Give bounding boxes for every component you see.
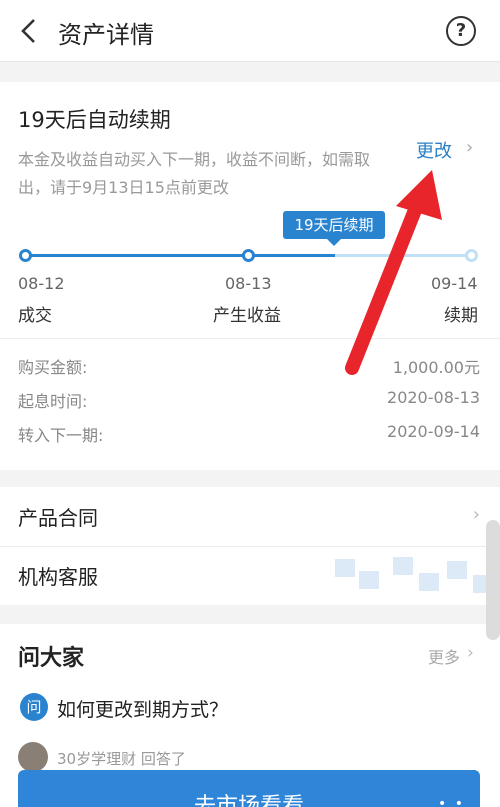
timeline-node-renew: [465, 249, 478, 262]
timeline-node-earning: [242, 249, 255, 262]
back-arrow-icon[interactable]: [18, 18, 42, 44]
help-icon[interactable]: ?: [446, 16, 476, 46]
info-row-next-period: 转入下一期: 2020-09-14: [0, 422, 500, 452]
renewal-card: 19天后自动续期 本金及收益自动买入下一期，收益不间断，如需取出，请于9月13日…: [0, 82, 500, 470]
timeline-label-trade: 成交: [18, 306, 52, 326]
timeline-progress-done: [25, 254, 335, 257]
question-badge-icon: 问: [20, 693, 48, 721]
chevron-right-icon[interactable]: ›: [467, 643, 474, 663]
info-key: 转入下一期:: [18, 426, 104, 445]
timeline-date-earning: 08-13: [225, 274, 272, 293]
links-card: 产品合同 › 机构客服: [0, 487, 500, 605]
list-item-label: 产品合同: [18, 506, 98, 530]
product-contract-item[interactable]: 产品合同 ›: [0, 487, 500, 547]
info-value: 2020-09-14: [387, 422, 480, 441]
top-bar: 资产详情 ?: [0, 0, 500, 62]
info-row-start-date: 起息时间: 2020-08-13: [0, 388, 500, 418]
timeline-node-trade: [19, 249, 32, 262]
scrollbar[interactable]: [486, 520, 500, 640]
dots-icon: • •: [438, 796, 465, 807]
info-value: 1,000.00元: [392, 358, 480, 377]
chevron-right-icon[interactable]: ›: [466, 137, 473, 158]
divider: [0, 338, 500, 339]
renewal-tooltip: 19天后续期: [283, 211, 385, 239]
info-key: 购买金额:: [18, 358, 88, 377]
change-link[interactable]: 更改: [416, 137, 452, 163]
info-value: 2020-08-13: [387, 388, 480, 407]
timeline-label-renew: 续期: [444, 306, 478, 326]
renewal-title: 19天后自动续期: [18, 108, 171, 132]
timeline-date-renew: 09-14: [431, 274, 478, 293]
info-row-amount: 购买金额: 1,000.00元: [0, 354, 500, 384]
go-to-market-button[interactable]: 去市场看看 • •: [18, 770, 480, 807]
page-title: 资产详情: [58, 21, 154, 49]
timeline-label-earning: 产生收益: [213, 306, 281, 326]
blurred-contact-info: [335, 557, 500, 597]
cta-label: 去市场看看: [193, 794, 304, 807]
chevron-right-icon: ›: [472, 504, 480, 525]
renewal-description: 本金及收益自动买入下一期，收益不间断，如需取出，请于9月13日15点前更改: [18, 150, 371, 197]
avatar: [18, 742, 48, 772]
more-link[interactable]: 更多: [428, 644, 460, 668]
section-title: 问大家: [18, 646, 85, 671]
question-text[interactable]: 如何更改到期方式？: [57, 695, 228, 722]
answer-meta: 30岁学理财 回答了: [57, 750, 186, 768]
list-item-label: 机构客服: [18, 565, 98, 589]
info-key: 起息时间:: [18, 392, 88, 411]
timeline-date-trade: 08-12: [18, 274, 65, 293]
tooltip-pointer: [327, 239, 341, 246]
timeline-progress-remaining: [335, 254, 472, 257]
